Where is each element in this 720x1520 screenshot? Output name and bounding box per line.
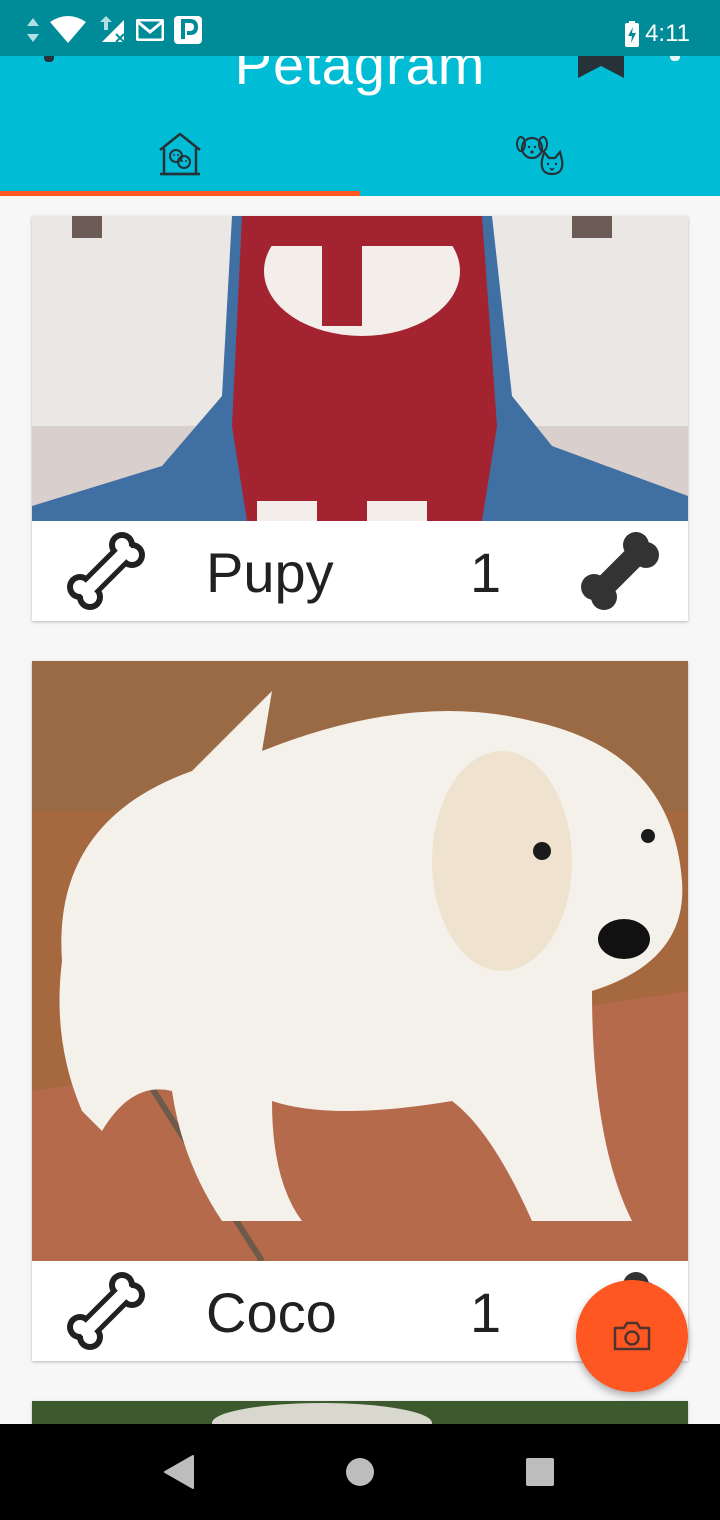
like-count: 1 xyxy=(470,1281,502,1344)
favorites-star-icon[interactable] xyxy=(576,56,626,78)
back-icon xyxy=(164,1455,194,1489)
status-bar: 4:11 xyxy=(0,0,720,56)
tab-selected-indicator xyxy=(0,191,360,196)
camera-icon xyxy=(613,1321,651,1351)
wifi-icon xyxy=(50,16,86,43)
signal-icon xyxy=(100,16,125,43)
pet-card: Coco 1 xyxy=(32,661,688,1361)
system-nav-bar xyxy=(0,1424,720,1520)
back-button[interactable] xyxy=(158,1452,198,1492)
home-icon xyxy=(346,1458,374,1486)
dog-cat-faces-icon xyxy=(516,136,564,176)
pet-card-footer: Pupy 1 xyxy=(32,521,688,621)
recents-icon xyxy=(526,1458,554,1486)
status-time: 4:11 xyxy=(645,20,690,47)
pet-name: Pupy xyxy=(206,541,334,604)
pet-name: Coco xyxy=(206,1281,337,1344)
battery-charging-icon xyxy=(625,21,640,47)
app-toolbar: Petagram xyxy=(0,56,720,196)
tab-pets[interactable] xyxy=(360,112,720,196)
like-button[interactable] xyxy=(56,1261,156,1361)
status-icons-left xyxy=(26,12,202,48)
bone-filled-icon xyxy=(581,532,659,610)
pet-card: Pupy 1 xyxy=(32,216,688,621)
status-icons-right: 4:11 xyxy=(625,12,690,56)
camera-fab[interactable] xyxy=(576,1280,688,1392)
data-arrows-icon xyxy=(27,18,39,42)
pet-photo[interactable] xyxy=(32,216,688,521)
bone-outline-icon xyxy=(67,532,145,610)
like-count: 1 xyxy=(470,541,502,604)
tab-home[interactable] xyxy=(0,112,360,196)
like-button[interactable] xyxy=(56,521,156,621)
recents-button[interactable] xyxy=(520,1452,560,1492)
bone-outline-icon xyxy=(67,1272,145,1350)
gmail-icon xyxy=(136,19,164,41)
home-button[interactable] xyxy=(340,1452,380,1492)
pet-photo[interactable] xyxy=(32,661,688,1261)
house-pets-icon xyxy=(159,132,201,176)
parking-icon xyxy=(174,16,202,44)
bone-rating-icon-wrap xyxy=(570,521,670,621)
